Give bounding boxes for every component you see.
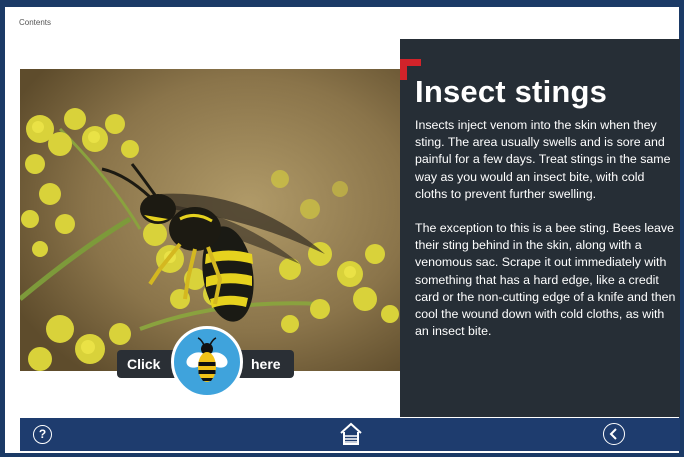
question-circle-icon: ? — [38, 427, 47, 441]
here-label[interactable]: here — [236, 350, 294, 378]
back-button[interactable] — [603, 423, 625, 445]
contents-link[interactable]: Contents — [19, 18, 51, 27]
paragraph: Insects inject venom into the skin when … — [415, 118, 671, 201]
page-title: Insect stings — [415, 74, 608, 109]
paragraph: The exception to this is a bee sting. Be… — [415, 221, 676, 339]
home-icon — [340, 422, 362, 445]
help-button[interactable]: ? — [33, 425, 52, 444]
home-button[interactable] — [338, 421, 364, 447]
click-label[interactable]: Click — [117, 350, 179, 378]
back-arrow-circle-icon — [609, 428, 617, 440]
bee-button[interactable] — [171, 326, 243, 398]
bee-icon — [186, 337, 228, 382]
panel-body: Insects inject venom into the skin when … — [415, 117, 677, 340]
